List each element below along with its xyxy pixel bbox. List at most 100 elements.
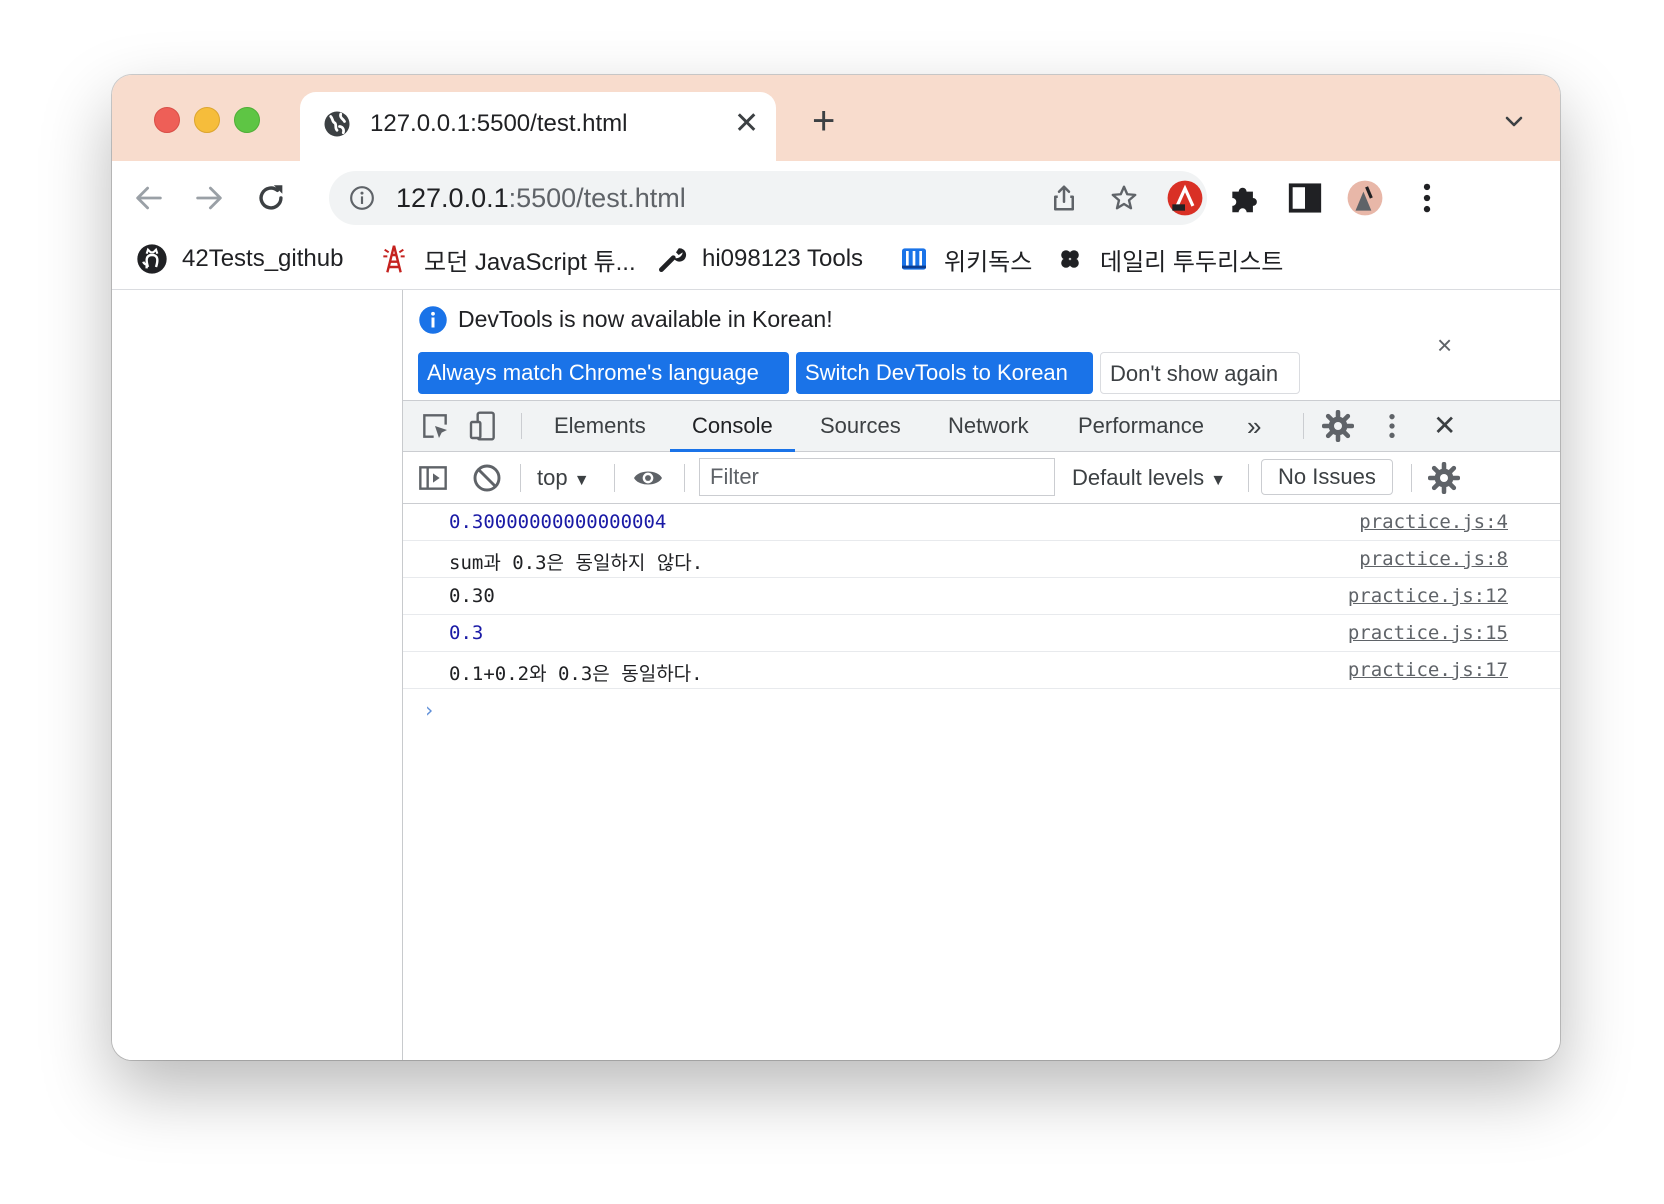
url-path: :5500/test.html bbox=[508, 183, 686, 213]
devtools-menu-icon[interactable] bbox=[1376, 410, 1408, 442]
bookmark-star-icon[interactable] bbox=[1109, 183, 1139, 213]
devtools-tab-bar: Elements Console Sources Network Perform… bbox=[403, 401, 1560, 452]
tab-console[interactable]: Console bbox=[670, 401, 795, 452]
device-toolbar-icon[interactable] bbox=[467, 410, 499, 442]
log-levels-dropdown[interactable]: Default levels ▼ bbox=[1072, 452, 1226, 503]
log-levels-arrow-icon: ▼ bbox=[1210, 472, 1227, 489]
context-value: top bbox=[537, 465, 568, 490]
minimize-window-button[interactable] bbox=[194, 107, 220, 133]
console-row: 0.1+0.2와 0.3은 동일하다. practice.js:17 bbox=[403, 652, 1560, 689]
bookmark-modern-javascript[interactable]: 모던 JavaScript 튜... bbox=[378, 239, 636, 279]
bookmark-hi098123-tools[interactable]: hi098123 Tools bbox=[656, 239, 863, 279]
devtools-panel: DevTools is now available in Korean! × A… bbox=[403, 290, 1560, 1060]
wrench-icon bbox=[659, 248, 687, 272]
infobar-close-icon[interactable]: × bbox=[1437, 330, 1452, 361]
filter-input[interactable] bbox=[708, 459, 1042, 495]
url-host: 127.0.0.1 bbox=[396, 183, 509, 213]
bookmark-label: hi098123 Tools bbox=[702, 245, 864, 272]
context-arrow-icon: ▼ bbox=[573, 472, 590, 489]
divider bbox=[1411, 464, 1412, 492]
bookmark-label: 위키독스 bbox=[944, 248, 1033, 276]
console-row: 0.3 practice.js:15 bbox=[403, 615, 1560, 652]
tower-icon bbox=[383, 245, 405, 273]
console-prompt-icon[interactable]: › bbox=[423, 698, 435, 722]
back-arrow-icon[interactable] bbox=[132, 181, 166, 215]
tab-strip: 127.0.0.1:5500/test.html ✕ + bbox=[112, 75, 1560, 161]
browser-tab-active[interactable]: 127.0.0.1:5500/test.html ✕ bbox=[300, 92, 776, 161]
divider bbox=[521, 413, 522, 439]
live-expression-eye-icon[interactable] bbox=[632, 462, 664, 494]
forward-arrow-icon[interactable] bbox=[192, 181, 226, 215]
source-link[interactable]: practice.js:4 bbox=[1359, 511, 1508, 533]
devtools-close-icon[interactable]: ✕ bbox=[1433, 401, 1456, 451]
tab-sources[interactable]: Sources bbox=[820, 401, 901, 451]
divider bbox=[1303, 413, 1304, 439]
tab-elements[interactable]: Elements bbox=[554, 401, 646, 451]
profile-avatar-icon[interactable] bbox=[1346, 179, 1384, 217]
bookmark-label: 모던 JavaScript 튜... bbox=[424, 248, 636, 276]
maximize-window-button[interactable] bbox=[234, 107, 260, 133]
tab-network[interactable]: Network bbox=[948, 401, 1029, 451]
source-link[interactable]: practice.js:12 bbox=[1348, 585, 1508, 607]
share-icon[interactable] bbox=[1049, 183, 1079, 213]
address-bar[interactable]: 127.0.0.1:5500/test.html bbox=[329, 171, 1207, 225]
bookmark-wikidocs[interactable]: 위키독스 bbox=[898, 239, 1032, 279]
console-message: 0.30000000000000004 bbox=[449, 511, 667, 533]
source-link[interactable]: practice.js:17 bbox=[1348, 659, 1508, 681]
switch-to-korean-button[interactable]: Switch DevTools to Korean bbox=[796, 352, 1093, 394]
inspect-element-icon[interactable] bbox=[419, 410, 451, 442]
tab-close-icon[interactable]: ✕ bbox=[734, 106, 759, 142]
log-levels-value: Default levels bbox=[1072, 465, 1205, 490]
clover-icon bbox=[1061, 250, 1079, 268]
console-message: 0.1+0.2와 0.3은 동일하다. bbox=[449, 663, 703, 685]
console-message: sum과 0.3은 동일하지 않다. bbox=[449, 552, 704, 574]
chrome-menu-icon[interactable] bbox=[1408, 179, 1446, 217]
github-icon bbox=[137, 244, 167, 274]
console-toolbar: top ▼ Default levels ▼ No Issues bbox=[403, 452, 1560, 504]
console-row: 0.30000000000000004 practice.js:4 bbox=[403, 504, 1560, 541]
wikidocs-icon bbox=[902, 248, 926, 270]
console-settings-gear-icon[interactable] bbox=[1428, 462, 1460, 494]
reload-icon[interactable] bbox=[254, 181, 288, 215]
settings-gear-icon[interactable] bbox=[1322, 410, 1354, 442]
divider bbox=[520, 464, 521, 492]
extensions-puzzle-icon[interactable] bbox=[1226, 179, 1264, 217]
bookmark-label: 42Tests_github bbox=[182, 245, 344, 272]
browser-toolbar: 127.0.0.1:5500/test.html bbox=[112, 161, 1560, 233]
page-viewport bbox=[112, 290, 403, 1060]
console-message: 0.3 bbox=[449, 622, 484, 644]
bookmark-42tests-github[interactable]: 42Tests_github bbox=[136, 239, 343, 279]
tab-search-chevron-icon[interactable] bbox=[1502, 109, 1526, 133]
tab-title: 127.0.0.1:5500/test.html bbox=[370, 110, 628, 137]
more-tabs-icon[interactable]: » bbox=[1247, 401, 1261, 451]
url-text[interactable]: 127.0.0.1:5500/test.html bbox=[396, 183, 686, 214]
console-messages: 0.30000000000000004 practice.js:4 sum과 0… bbox=[403, 504, 1560, 689]
info-icon bbox=[419, 306, 447, 334]
always-match-language-button[interactable]: Always match Chrome's language bbox=[418, 352, 789, 394]
extension-avatar-icon[interactable] bbox=[1166, 179, 1204, 217]
console-message: 0.30 bbox=[449, 585, 495, 607]
site-info-icon[interactable] bbox=[349, 185, 375, 211]
side-panel-icon[interactable] bbox=[1286, 179, 1324, 217]
console-filter[interactable] bbox=[699, 458, 1055, 496]
browser-window: 127.0.0.1:5500/test.html ✕ + 127.0.0.1:5… bbox=[112, 75, 1560, 1060]
new-tab-button[interactable]: + bbox=[812, 101, 835, 141]
divider bbox=[684, 464, 685, 492]
console-row: 0.30 practice.js:12 bbox=[403, 578, 1560, 615]
source-link[interactable]: practice.js:8 bbox=[1359, 548, 1508, 570]
tab-performance[interactable]: Performance bbox=[1078, 401, 1204, 451]
bookmark-daily-todo[interactable]: 데일리 투두리스트 bbox=[1054, 239, 1283, 279]
globe-icon bbox=[324, 111, 350, 137]
bookmark-label: 데일리 투두리스트 bbox=[1100, 248, 1284, 276]
infobar-message: DevTools is now available in Korean! bbox=[458, 306, 833, 332]
issues-button[interactable]: No Issues bbox=[1261, 459, 1393, 495]
clear-console-icon[interactable] bbox=[471, 462, 503, 494]
sidebar-toggle-icon[interactable] bbox=[417, 462, 449, 494]
console-row: sum과 0.3은 동일하지 않다. practice.js:8 bbox=[403, 541, 1560, 578]
context-selector[interactable]: top ▼ bbox=[537, 452, 590, 503]
language-infobar: DevTools is now available in Korean! × A… bbox=[403, 290, 1560, 401]
close-window-button[interactable] bbox=[154, 107, 180, 133]
dont-show-again-button[interactable]: Don't show again bbox=[1100, 352, 1300, 394]
source-link[interactable]: practice.js:15 bbox=[1348, 622, 1508, 644]
bookmarks-bar: 42Tests_github 모던 JavaScript 튜... hi0981… bbox=[112, 233, 1560, 290]
